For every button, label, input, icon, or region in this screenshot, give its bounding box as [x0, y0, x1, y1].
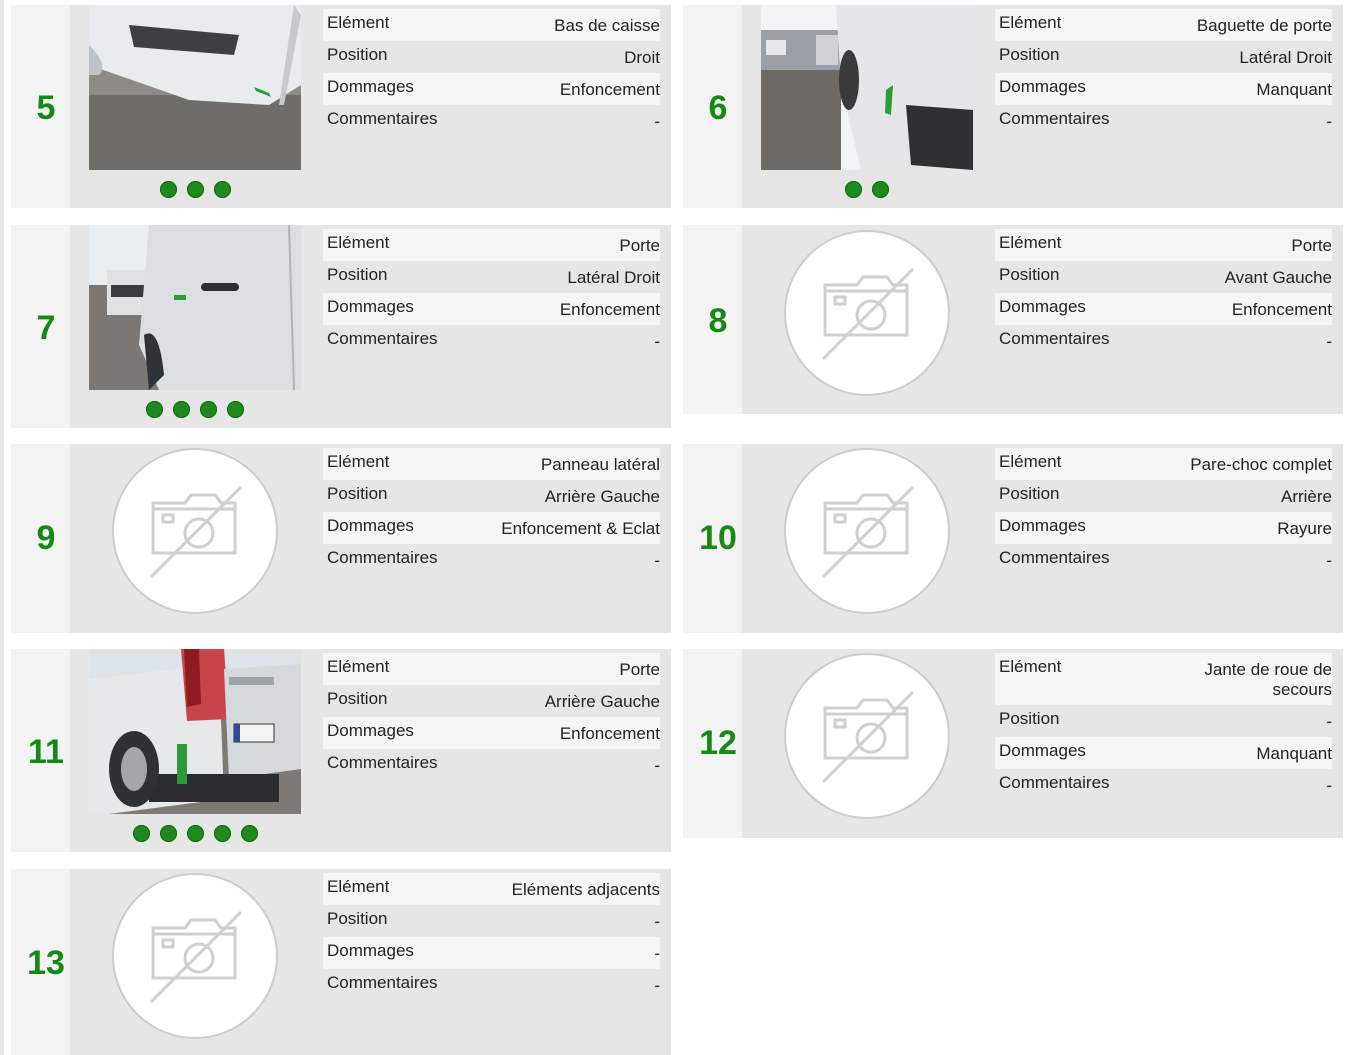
- detail-row-position: Position -: [327, 909, 660, 931]
- photo-dot[interactable]: [173, 401, 190, 418]
- damage-number: 7: [36, 309, 56, 347]
- damage-details: Elément Porte Position Avant Gauche Dommag…: [995, 229, 1332, 357]
- detail-row-element: Elément Porte: [323, 229, 660, 261]
- damage-number: 6: [708, 89, 728, 127]
- damage-card-10: 10 Elément Pare-choc complet Position Arri…: [683, 444, 1343, 633]
- detail-row-element: Elément Bas de caisse: [323, 9, 660, 41]
- damage-number: 13: [27, 944, 65, 982]
- no-photo-icon: [783, 229, 951, 397]
- photo-dot[interactable]: [213, 181, 231, 198]
- detail-row-position: Position Arrière Gauche: [327, 689, 660, 711]
- no-photo-icon: [783, 652, 951, 820]
- detail-row-dommages: Dommages -: [323, 937, 660, 969]
- photo-dot[interactable]: [186, 825, 204, 842]
- damage-number: 12: [699, 724, 737, 762]
- detail-row-commentaires: Commentaires -: [327, 973, 660, 995]
- damage-details: Elément Jante de roue de secours Position…: [995, 653, 1332, 801]
- photo-dot[interactable]: [146, 401, 163, 418]
- damage-number: 5: [36, 89, 56, 127]
- detail-row-element: Elément Pare-choc complet: [995, 448, 1332, 480]
- detail-row-dommages: Dommages Rayure: [995, 512, 1332, 544]
- detail-row-commentaires: Commentaires -: [999, 329, 1332, 351]
- photo-dot[interactable]: [159, 181, 177, 198]
- detail-row-element: Elément Eléments adjacents: [323, 873, 660, 905]
- damage-card-9: 9 Elément Panneau latéral Position Arrière…: [11, 444, 671, 633]
- detail-row-commentaires: Commentaires -: [999, 773, 1332, 795]
- damage-details: Elément Panneau latéral Position Arrière G…: [323, 448, 660, 576]
- damage-number: 10: [699, 519, 737, 557]
- detail-row-dommages: Dommages Enfoncement: [995, 293, 1332, 325]
- damage-card-12: 12 Elément Jante de roue de secours Posit…: [683, 649, 1343, 838]
- detail-row-element: Elément Jante de roue de secours: [995, 653, 1332, 705]
- photo-dot[interactable]: [200, 401, 217, 418]
- detail-row-commentaires: Commentaires -: [327, 548, 660, 570]
- detail-row-position: Position Arrière: [999, 484, 1332, 506]
- damage-details: Elément Eléments adjacents Position - Domm…: [323, 873, 660, 1001]
- damage-details: Elément Porte Position Arrière Gauche Domm…: [323, 653, 660, 781]
- damage-photo[interactable]: [89, 649, 301, 814]
- photo-dot[interactable]: [240, 825, 258, 842]
- detail-row-element: Elément Panneau latéral: [323, 448, 660, 480]
- detail-row-commentaires: Commentaires -: [999, 548, 1332, 570]
- damage-card-6: 6 Elément Baguette de porte Position Latér…: [683, 5, 1343, 208]
- detail-row-position: Position Latéral Droit: [327, 265, 660, 287]
- detail-row-position: Position Latéral Droit: [999, 45, 1332, 67]
- detail-row-commentaires: Commentaires -: [999, 109, 1332, 131]
- no-photo-icon: [111, 447, 279, 615]
- photo-dot[interactable]: [872, 181, 889, 198]
- no-photo-icon: [783, 447, 951, 615]
- detail-row-commentaires: Commentaires -: [327, 753, 660, 775]
- detail-row-dommages: Dommages Enfoncement: [323, 293, 660, 325]
- detail-row-position: Position Avant Gauche: [999, 265, 1332, 287]
- photo-dot[interactable]: [186, 181, 204, 198]
- damage-card-5: 5 Elément Bas de caisse Position Droit Dom…: [11, 5, 671, 208]
- detail-row-commentaires: Commentaires -: [327, 109, 660, 131]
- detail-row-element: Elément Baguette de porte: [995, 9, 1332, 41]
- photo-dot[interactable]: [227, 401, 244, 418]
- damage-details: Elément Bas de caisse Position Droit Domma…: [323, 9, 660, 137]
- damage-number: 11: [28, 733, 64, 771]
- detail-row-dommages: Dommages Enfoncement: [323, 73, 660, 105]
- page-left-edge: [0, 0, 4, 1055]
- damage-details: Elément Baguette de porte Position Latéral…: [995, 9, 1332, 137]
- detail-row-position: Position Arrière Gauche: [327, 484, 660, 506]
- damage-card-11: 11 Elément Porte Position Arrière Gauche D…: [11, 649, 671, 852]
- detail-row-dommages: Dommages Enfoncement: [323, 717, 660, 749]
- no-photo-icon: [111, 872, 279, 1040]
- damage-card-8: 8 Elément Porte Position Avant Gauche Domm…: [683, 225, 1343, 414]
- photo-pagination: [761, 181, 973, 201]
- photo-dot[interactable]: [845, 181, 862, 198]
- detail-row-element: Elément Porte: [323, 653, 660, 685]
- detail-row-dommages: Dommages Manquant: [995, 737, 1332, 769]
- photo-pagination: [89, 825, 301, 845]
- photo-dot[interactable]: [159, 825, 177, 842]
- damage-number: 8: [708, 302, 728, 340]
- detail-row-position: Position Droit: [327, 45, 660, 67]
- detail-row-dommages: Dommages Enfoncement & Eclat: [323, 512, 660, 544]
- detail-row-dommages: Dommages Manquant: [995, 73, 1332, 105]
- photo-dot[interactable]: [132, 825, 150, 842]
- damage-card-13: 13 Elément Eléments adjacents Position - D…: [11, 869, 671, 1055]
- damage-details: Elément Pare-choc complet Position Arrière…: [995, 448, 1332, 576]
- damage-photo[interactable]: [89, 225, 301, 390]
- detail-row-commentaires: Commentaires -: [327, 329, 660, 351]
- damage-number: 9: [36, 519, 56, 557]
- photo-dot[interactable]: [213, 825, 231, 842]
- damage-photo[interactable]: [761, 5, 973, 170]
- photo-pagination: [89, 181, 301, 201]
- damage-photo[interactable]: [89, 5, 301, 170]
- damage-card-7: 7 Elément Porte Position Latéral Droit Dom…: [11, 225, 671, 428]
- photo-pagination: [89, 401, 301, 421]
- damage-details: Elément Porte Position Latéral Droit Domma…: [323, 229, 660, 357]
- detail-row-element: Elément Porte: [995, 229, 1332, 261]
- detail-row-position: Position -: [999, 709, 1332, 731]
